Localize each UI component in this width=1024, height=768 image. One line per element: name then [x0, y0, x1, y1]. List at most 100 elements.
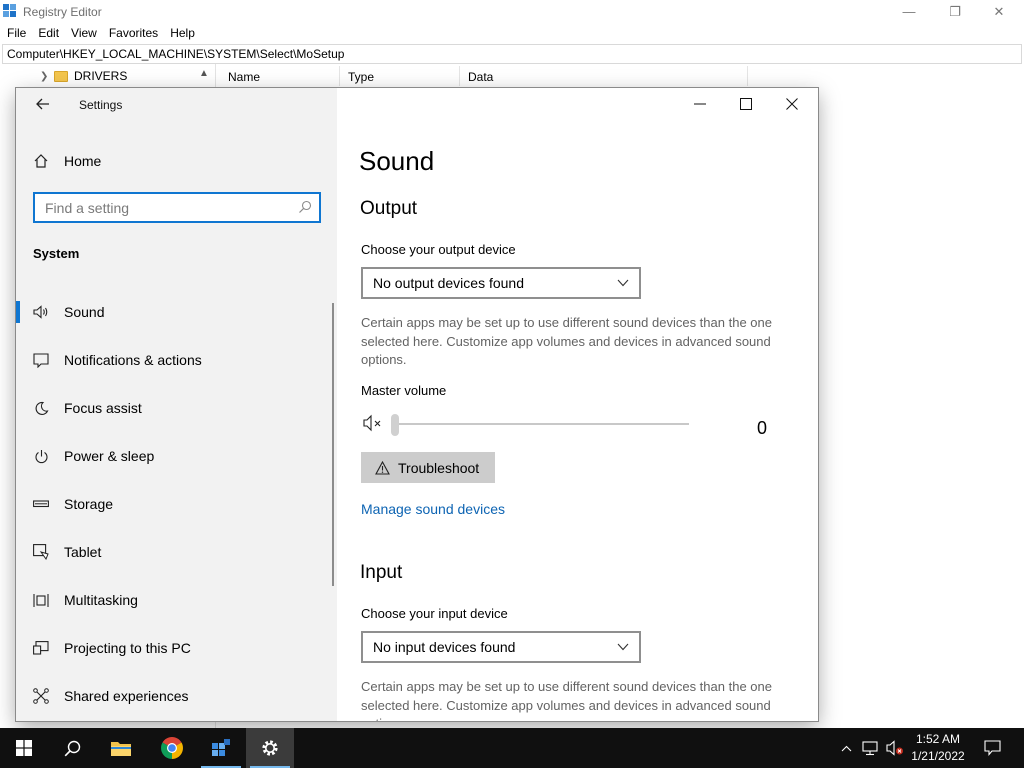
column-type[interactable]: Type — [340, 66, 460, 86]
output-device-value: No output devices found — [373, 275, 524, 291]
nav-item-projecting[interactable]: Projecting to this PC — [16, 624, 332, 672]
tray-show-hidden-button[interactable] — [836, 728, 856, 768]
menu-help[interactable]: Help — [170, 26, 195, 40]
output-description: Certain apps may be set up to use differ… — [361, 315, 772, 367]
tray-volume-button[interactable] — [884, 728, 906, 768]
input-device-dropdown[interactable]: No input devices found — [361, 631, 641, 663]
nav-item-label: Tablet — [64, 544, 102, 560]
taskbar-settings[interactable] — [246, 728, 294, 768]
warning-icon — [375, 460, 390, 475]
speaker-icon — [33, 304, 49, 320]
network-icon — [862, 740, 878, 755]
regedit-close-button[interactable]: ✕ — [976, 0, 1022, 23]
nav-item-storage[interactable]: Storage — [16, 480, 332, 528]
column-name[interactable]: Name — [220, 66, 340, 86]
nav-item-sound[interactable]: Sound — [16, 288, 332, 336]
settings-search-box[interactable] — [33, 192, 321, 223]
settings-nav-pane: Settings Home System Sound No — [16, 88, 337, 721]
taskbar-chrome[interactable] — [148, 728, 196, 768]
close-button[interactable] — [769, 88, 815, 120]
regedit-menubar: File Edit View Favorites Help — [0, 23, 1024, 43]
regedit-column-headers: Name Type Data — [220, 66, 748, 86]
menu-file[interactable]: File — [7, 26, 26, 40]
taskbar-clock[interactable]: 1:52 AM 1/21/2022 — [905, 731, 971, 765]
settings-content-pane: Sound Output Choose your output device N… — [337, 88, 818, 721]
taskbar-search-button[interactable] — [48, 728, 96, 768]
master-volume-slider[interactable] — [391, 413, 691, 436]
shared-experiences-icon — [33, 688, 49, 704]
master-volume-value: 0 — [757, 418, 768, 438]
nav-item-label: Notifications & actions — [64, 352, 202, 368]
file-explorer-icon — [111, 742, 131, 756]
regedit-address-bar[interactable]: Computer\HKEY_LOCAL_MACHINE\SYSTEM\Selec… — [2, 44, 1022, 64]
nav-item-shared-experiences[interactable]: Shared experiences — [16, 672, 332, 720]
clock-time: 1:52 AM — [915, 732, 961, 746]
taskbar-registry-editor[interactable] — [197, 728, 245, 768]
output-device-dropdown[interactable]: No output devices found — [361, 267, 641, 299]
input-device-label: Choose your input device — [361, 606, 508, 621]
nav-item-label: Focus assist — [64, 400, 142, 416]
output-device-label: Choose your output device — [361, 242, 516, 257]
nav-home-label: Home — [64, 153, 102, 169]
settings-gear-icon — [262, 740, 278, 756]
column-data[interactable]: Data — [460, 66, 748, 86]
search-icon[interactable] — [298, 200, 312, 214]
regedit-minimize-button[interactable]: — — [886, 0, 932, 23]
menu-edit[interactable]: Edit — [38, 26, 59, 40]
action-center-button[interactable] — [978, 728, 1006, 768]
scroll-up-icon[interactable]: ▲ — [199, 68, 209, 79]
maximize-button[interactable] — [723, 88, 769, 120]
power-icon — [33, 448, 49, 464]
start-icon — [16, 740, 32, 756]
minimize-button[interactable] — [677, 88, 723, 120]
notification-icon — [33, 352, 49, 368]
menu-view[interactable]: View — [71, 26, 97, 40]
taskbar-file-explorer[interactable] — [97, 728, 145, 768]
nav-home[interactable]: Home — [32, 148, 101, 174]
nav-item-label: Shared experiences — [64, 688, 189, 704]
projecting-icon — [33, 640, 49, 656]
back-arrow-icon[interactable] — [32, 94, 54, 116]
clock-date: 1/21/2022 — [911, 749, 965, 763]
nav-section-title: System — [33, 246, 80, 261]
storage-icon — [33, 496, 49, 512]
nav-list: Sound Notifications & actions Focus assi… — [16, 288, 332, 720]
folder-icon — [54, 70, 68, 82]
regedit-title: Registry Editor — [23, 5, 102, 19]
nav-scrollbar[interactable] — [332, 303, 334, 586]
tree-item-label: DRIVERS — [74, 69, 128, 83]
menu-favorites[interactable]: Favorites — [109, 26, 158, 40]
input-heading: Input — [360, 562, 403, 583]
speaker-muted-icon[interactable] — [363, 414, 385, 432]
nav-item-notifications[interactable]: Notifications & actions — [16, 336, 332, 384]
nav-item-tablet[interactable]: Tablet — [16, 528, 332, 576]
manage-sound-devices-link[interactable]: Manage sound devices — [361, 501, 505, 517]
nav-item-focus-assist[interactable]: Focus assist — [16, 384, 332, 432]
chrome-icon — [161, 737, 183, 759]
nav-item-multitasking[interactable]: Multitasking — [16, 576, 332, 624]
home-icon — [32, 152, 50, 170]
chevron-down-icon — [617, 643, 629, 651]
chevron-right-icon[interactable]: ❯ — [40, 71, 54, 82]
nav-item-label: Sound — [64, 304, 105, 320]
input-device-value: No input devices found — [373, 639, 516, 655]
chevron-up-icon — [841, 745, 851, 751]
troubleshoot-button[interactable]: Troubleshoot — [361, 452, 495, 483]
taskbar: 1:52 AM 1/21/2022 — [0, 728, 1024, 768]
start-button[interactable] — [0, 728, 48, 768]
nav-item-power-sleep[interactable]: Power & sleep — [16, 432, 332, 480]
tray-network-button[interactable] — [860, 728, 882, 768]
slider-thumb[interactable] — [391, 414, 399, 436]
slider-track — [393, 423, 689, 425]
chevron-down-icon — [617, 279, 629, 287]
nav-item-label: Storage — [64, 496, 114, 512]
nav-item-label: Power & sleep — [64, 448, 155, 464]
tree-item-drivers[interactable]: ❯ DRIVERS — [40, 67, 127, 85]
regedit-restore-button[interactable]: ❐ — [932, 0, 978, 23]
nav-item-label: Multitasking — [64, 592, 138, 608]
tablet-icon — [33, 544, 49, 560]
volume-muted-icon — [886, 740, 903, 756]
settings-search-input[interactable] — [35, 194, 285, 221]
multitasking-icon — [33, 592, 49, 608]
settings-window: Settings Home System Sound No — [16, 88, 818, 721]
